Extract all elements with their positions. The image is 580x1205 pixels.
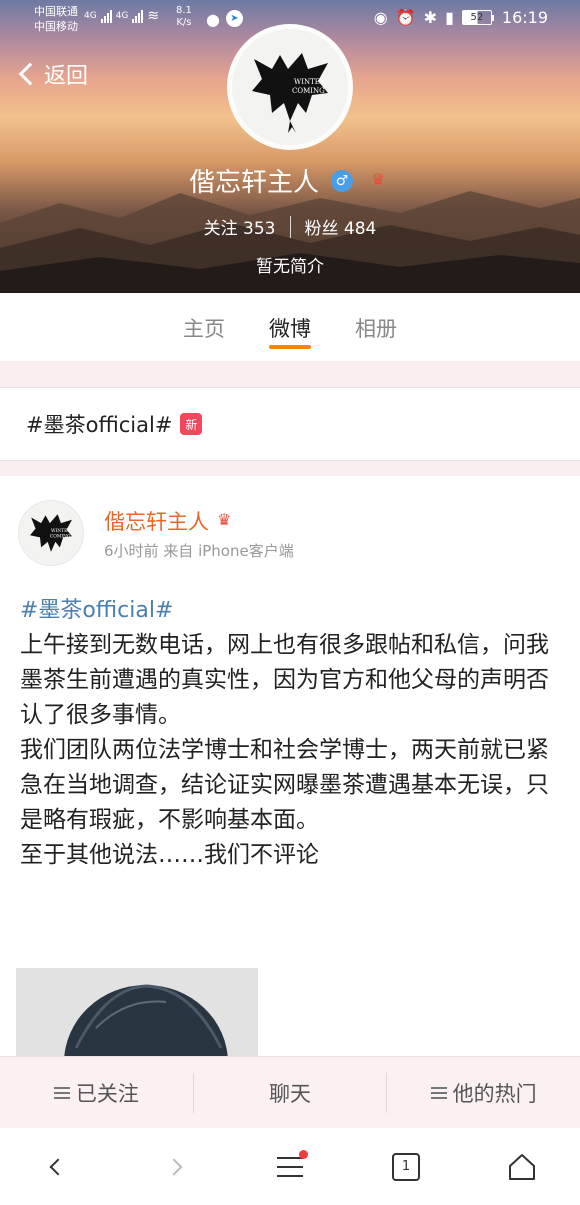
male-icon: ♂ (331, 169, 353, 192)
post-author: 偕忘轩主人 (104, 510, 209, 534)
svg-text:COMING: COMING (292, 87, 325, 95)
net-type-1: 4G (84, 11, 97, 21)
chevron-left-icon (18, 62, 42, 86)
post-body: 上午接到无数电话，网上也有很多跟帖和私信，问我墨茶生前遭遇的真实性，因为官方和他… (20, 628, 560, 873)
clock: 16:19 (501, 8, 548, 27)
back-button[interactable]: 返回 (18, 58, 89, 90)
home-icon (509, 1153, 535, 1180)
hot-posts-button[interactable]: 他的热门 (386, 1072, 580, 1113)
followed-button[interactable]: 已关注 (0, 1073, 193, 1113)
tab-weibo[interactable]: 微博 (269, 313, 311, 353)
carrier-labels: 中国联通 中国移动 (34, 4, 78, 34)
profile-stats: 关注 353 粉丝 484 (0, 214, 580, 239)
vibrate-icon: ▮ (445, 8, 454, 27)
svg-text:WINTER: WINTER (51, 529, 71, 534)
net-type-2: 4G (115, 11, 129, 21)
post-paragraph: 至于其他说法……我们不评论 (20, 842, 319, 868)
profile-header: 中国联通 中国移动 4G 4G ≋ 8.1 K/s ● ➤ ◉ ⏰ ✱ ▮ 52… (0, 0, 580, 293)
wifi-icon: ≋ (147, 8, 160, 24)
battery-icon: 52 (461, 10, 494, 25)
tab-count: 1 (392, 1152, 420, 1181)
chevron-right-icon (165, 1158, 183, 1175)
svg-text:COMING: COMING (50, 534, 71, 539)
notification-icons: ● ➤ (206, 10, 243, 29)
network-speed: 8.1 K/s (176, 5, 192, 28)
wolf-emblem-icon: WINTER COMING (252, 53, 328, 133)
send-icon: ➤ (225, 10, 243, 27)
vip-crown-icon: ♛ (370, 169, 386, 189)
list-icon (53, 1086, 70, 1099)
post-paragraph: 上午接到无数电话，网上也有很多跟帖和私信，问我墨茶生前遭遇的真实性，因为官方和他… (20, 632, 549, 728)
vip-crown-icon: ♛ (217, 510, 232, 529)
chat-bubble-icon: ● (206, 10, 220, 29)
browser-nav-bar: 1 (0, 1128, 580, 1205)
wolf-emblem-icon: WINTER COMING (30, 514, 72, 552)
chevron-left-icon (49, 1158, 67, 1175)
post-paragraph: 我们团队两位法学博士和社会学博士，两天前就已紧急在当地调查，结论证实网曝墨茶遭遇… (20, 737, 549, 833)
new-badge: 新 (180, 413, 203, 435)
pinned-topic[interactable]: #墨茶official# 新 (0, 387, 580, 461)
tab-home[interactable]: 主页 (183, 313, 225, 353)
network-indicators: 4G 4G ≋ (84, 8, 159, 24)
browser-tabs-button[interactable]: 1 (376, 1142, 436, 1192)
carrier-2: 中国移动 (34, 20, 78, 33)
section-divider (0, 461, 580, 476)
browser-forward-button[interactable] (144, 1142, 204, 1192)
post-author-row[interactable]: 偕忘轩主人 ♛ (104, 506, 243, 536)
stats-divider (289, 215, 291, 238)
following-stat[interactable]: 关注 353 (204, 214, 276, 239)
post-meta: 6小时前 来自 iPhone客户端 (104, 542, 294, 560)
post-avatar[interactable]: WINTER COMING (18, 500, 84, 566)
profile-action-bar: 已关注 聊天 他的热门 (0, 1056, 580, 1128)
post-image[interactable] (16, 968, 258, 1056)
browser-home-button[interactable] (492, 1142, 552, 1192)
signal-icon (100, 9, 112, 23)
bluetooth-icon: ✱ (423, 8, 438, 27)
profile-name: 偕忘轩主人 (188, 168, 319, 198)
alarm-icon: ⏰ (395, 8, 416, 27)
signal-icon (132, 9, 144, 23)
browser-back-button[interactable] (28, 1142, 88, 1192)
section-divider (0, 361, 580, 387)
eye-icon: ◉ (373, 8, 388, 27)
carrier-1: 中国联通 (34, 5, 78, 18)
post-topic-link[interactable]: #墨茶official# (20, 592, 173, 624)
back-label: 返回 (44, 64, 89, 89)
profile-name-row: 偕忘轩主人 ♂ ♛ (0, 162, 580, 199)
list-icon (430, 1086, 447, 1099)
menu-icon (277, 1156, 303, 1177)
tab-album[interactable]: 相册 (355, 313, 397, 353)
profile-tabs: 主页 微博 相册 (0, 293, 580, 361)
system-icons: ◉ ⏰ ✱ ▮ 52 16:19 (374, 8, 548, 27)
profile-bio: 暂无简介 (256, 257, 324, 277)
notification-dot (299, 1149, 308, 1159)
chat-button[interactable]: 聊天 (192, 1072, 387, 1113)
avatar[interactable]: WINTER COMING (227, 24, 353, 150)
svg-text:WINTER: WINTER (294, 78, 326, 86)
browser-menu-button[interactable] (260, 1142, 320, 1192)
followers-stat[interactable]: 粉丝 484 (305, 214, 377, 239)
weibo-post: WINTER COMING 偕忘轩主人 ♛ 6小时前 来自 iPhone客户端 … (0, 476, 580, 1056)
topic-label: #墨茶official# (26, 413, 173, 437)
